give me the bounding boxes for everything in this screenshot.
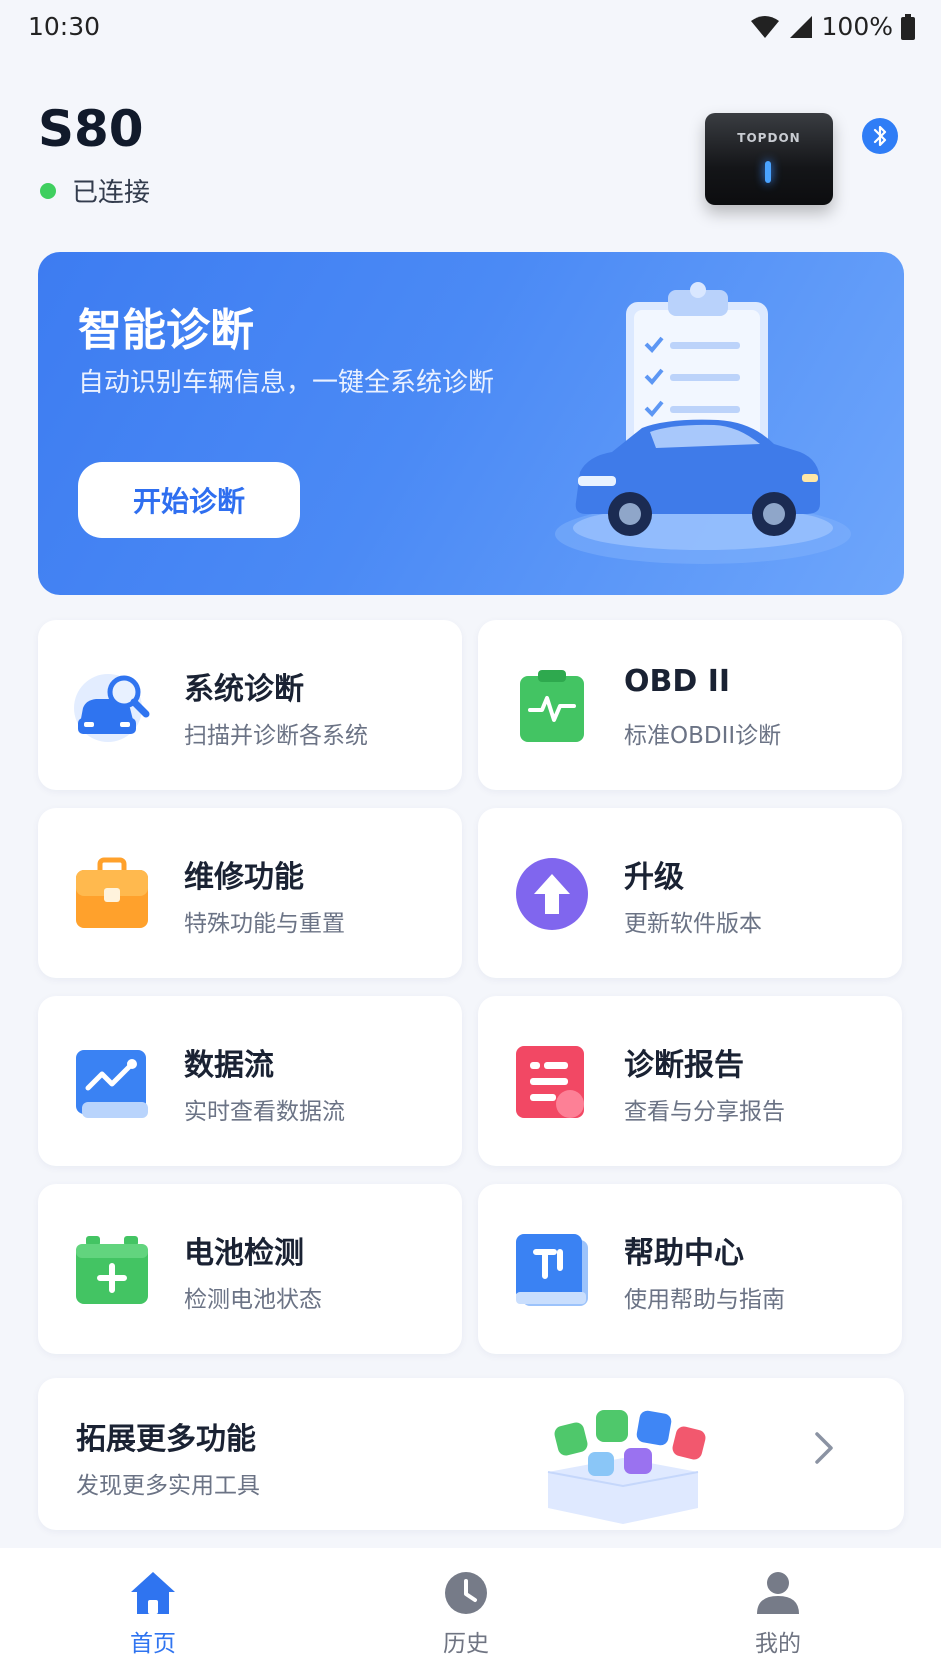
feature-subtitle: 更新软件版本 — [624, 911, 762, 937]
tab-history[interactable]: 历史 — [396, 1570, 536, 1658]
toolbox-icon — [76, 857, 148, 928]
signal-icon — [789, 15, 812, 38]
feature-subtitle: 检测电池状态 — [184, 1287, 322, 1313]
feature-title: 数据流 — [184, 1048, 274, 1083]
connected-dot-icon — [40, 182, 56, 199]
status-time: 10:30 — [28, 12, 101, 41]
feature-card-help-center[interactable]: 帮助中心 使用帮助与指南 — [478, 1184, 902, 1354]
feature-subtitle: 查看与分享报告 — [624, 1099, 785, 1125]
tab-profile[interactable]: 我的 — [708, 1570, 848, 1658]
tab-home[interactable]: 首页 — [83, 1570, 223, 1658]
battery-icon — [901, 13, 915, 40]
feature-card-diagnostic-report[interactable]: 诊断报告 查看与分享报告 — [478, 996, 902, 1166]
device-name: S80 — [38, 100, 144, 158]
clock-icon — [445, 1572, 487, 1614]
chart-trend-icon — [76, 1050, 148, 1118]
device-image: TOPDON — [705, 113, 833, 205]
feature-title: 升级 — [624, 860, 684, 895]
feature-title: 系统诊断 — [184, 672, 304, 707]
user-icon — [757, 1572, 799, 1614]
smart-diagnosis-card[interactable]: 智能诊断 自动识别车辆信息，一键全系统诊断 开始诊断 — [38, 252, 904, 595]
feature-card-data-stream[interactable]: 数据流 实时查看数据流 — [38, 996, 462, 1166]
chevron-right-icon — [815, 1432, 833, 1464]
battery-percent: 100% — [821, 12, 893, 41]
help-book-icon — [516, 1234, 588, 1306]
bluetooth-button[interactable] — [862, 118, 898, 154]
device-brand: TOPDON — [737, 131, 801, 145]
bluetooth-icon — [873, 125, 887, 147]
more-features-subtitle: 发现更多实用工具 — [76, 1473, 260, 1499]
connection-status-text: 已连接 — [72, 178, 151, 208]
feature-title: 维修功能 — [184, 860, 304, 895]
feature-subtitle: 扫描并诊断各系统 — [184, 723, 368, 749]
hero-title: 智能诊断 — [78, 305, 254, 356]
tab-label: 首页 — [130, 1631, 176, 1657]
hero-subtitle: 自动识别车辆信息，一键全系统诊断 — [78, 368, 495, 398]
feature-title: 帮助中心 — [624, 1236, 744, 1271]
feature-subtitle: 标准OBDII诊断 — [624, 723, 782, 749]
feature-card-battery-test[interactable]: 电池检测 检测电池状态 — [38, 1184, 462, 1354]
upgrade-arrow-icon — [516, 858, 588, 930]
report-icon — [516, 1046, 584, 1118]
car-clipboard-illustration — [555, 282, 851, 564]
feature-title: 诊断报告 — [624, 1048, 744, 1083]
tab-label: 我的 — [755, 1631, 801, 1657]
feature-subtitle: 实时查看数据流 — [184, 1099, 345, 1125]
more-features-card[interactable]: 拓展更多功能 发现更多实用工具 — [38, 1378, 904, 1530]
connection-status: 已连接 — [40, 172, 150, 209]
feature-card-obd2[interactable]: OBD II 标准OBDII诊断 — [478, 620, 902, 790]
start-diagnosis-button[interactable]: 开始诊断 — [78, 462, 300, 538]
wifi-icon — [750, 15, 779, 38]
feature-card-system-diagnosis[interactable]: 系统诊断 扫描并诊断各系统 — [38, 620, 462, 790]
feature-title: OBD II — [624, 664, 731, 699]
feature-card-maintenance[interactable]: 维修功能 特殊功能与重置 — [38, 808, 462, 978]
app-box-illustration — [547, 1410, 706, 1524]
feature-card-upgrade[interactable]: 升级 更新软件版本 — [478, 808, 902, 978]
tab-label: 历史 — [443, 1631, 489, 1657]
status-icons: 100% — [750, 12, 915, 41]
car-search-icon — [74, 674, 150, 742]
feature-subtitle: 特殊功能与重置 — [184, 911, 345, 937]
feature-subtitle: 使用帮助与指南 — [624, 1287, 785, 1313]
bottom-tab-bar: 首页 历史 我的 — [0, 1548, 941, 1672]
device-led — [765, 161, 771, 183]
more-features-title: 拓展更多功能 — [76, 1422, 256, 1457]
clipboard-pulse-icon — [520, 670, 584, 742]
feature-title: 电池检测 — [184, 1236, 304, 1271]
battery-icon — [76, 1236, 148, 1304]
home-icon — [131, 1572, 175, 1614]
status-bar: 10:30 100% — [0, 0, 941, 56]
